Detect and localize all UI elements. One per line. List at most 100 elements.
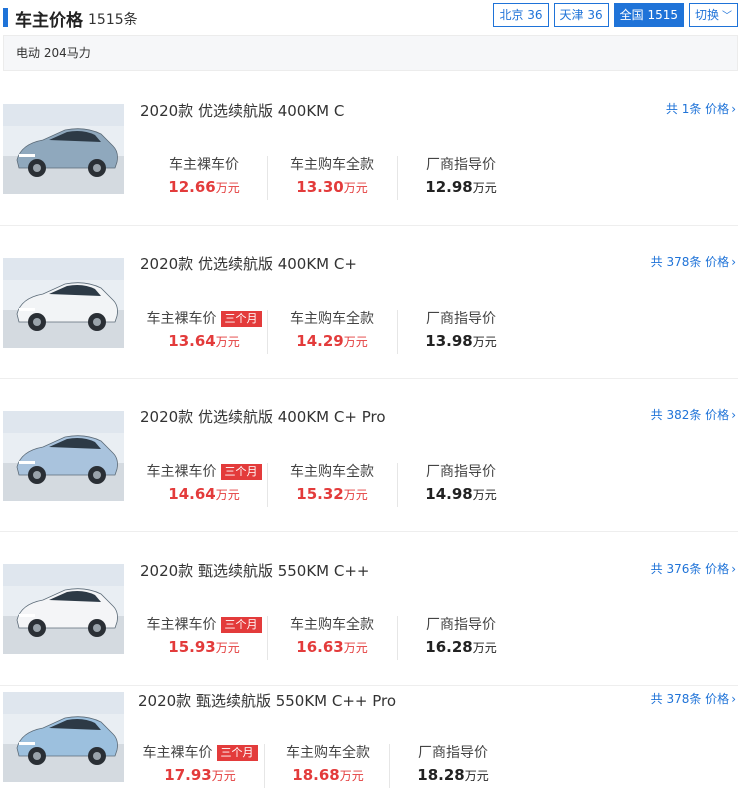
more-prices-label: 共 378条 价格 <box>650 692 730 706</box>
owner-total-block: 车主购车全款 16.63万元 <box>268 614 396 656</box>
owner-total-block: 车主购车全款 14.29万元 <box>268 308 396 350</box>
owner-price-value: 15.93万元 <box>140 638 268 656</box>
owner-price-label: 车主裸车价 三个月 <box>140 614 268 634</box>
period-badge: 三个月 <box>220 617 262 633</box>
unit-label: 万元 <box>472 335 497 349</box>
more-prices-link[interactable]: 共 378条 价格 › <box>651 690 736 707</box>
listing-count: 1515条 <box>88 12 138 28</box>
owner-price-block: 车主裸车价 三个月 17.93万元 <box>136 742 264 784</box>
owner-price-value: 12.66万元 <box>140 178 268 196</box>
more-prices-link[interactable]: 共 1条 价格 › <box>666 100 736 117</box>
unit-label: 万元 <box>343 181 368 195</box>
model-name[interactable]: 2020款 甄选续航版 550KM C++ Pro <box>138 690 396 711</box>
owner-total-label: 车主购车全款 <box>290 617 374 633</box>
guide-price-number: 14.98 <box>425 485 473 503</box>
owner-price-block: 车主裸车价 三个月 15.93万元 <box>140 614 268 656</box>
region-button-beijing[interactable]: 北京 36 <box>493 3 549 27</box>
owner-price-value: 14.64万元 <box>140 485 268 503</box>
owner-price-block: 车主裸车价 三个月 13.64万元 <box>140 308 268 350</box>
more-prices-link[interactable]: 共 378条 价格 › <box>651 253 736 270</box>
guide-price-number: 12.98 <box>425 178 473 196</box>
owner-price-block: 车主裸车价 12.66万元 <box>140 154 268 196</box>
listing-item: 2020款 甄选续航版 550KM C++ 共 376条 价格 › 车主裸车价 三个… <box>0 532 744 686</box>
chevron-down-icon: ﹀ <box>722 11 732 22</box>
owner-total-value: 15.32万元 <box>268 485 396 503</box>
owner-price-value: 13.64万元 <box>140 332 268 350</box>
guide-price-label: 厂商指导价 <box>426 311 496 327</box>
owner-price-number: 14.64 <box>168 485 216 503</box>
owner-total-value: 16.63万元 <box>268 638 396 656</box>
chevron-right-icon: › <box>731 692 736 706</box>
model-name[interactable]: 2020款 甄选续航版 550KM C++ <box>140 560 370 581</box>
unit-label: 万元 <box>472 641 497 655</box>
chevron-right-icon: › <box>731 102 736 116</box>
guide-price-value: 18.28万元 <box>389 766 517 784</box>
owner-price-label-text: 车主裸车价 <box>142 745 213 761</box>
car-thumbnail[interactable] <box>3 411 124 501</box>
region-button-national[interactable]: 全国 1515 <box>613 3 684 27</box>
owner-total-number: 14.29 <box>296 332 344 350</box>
guide-price-value: 14.98万元 <box>397 485 525 503</box>
chevron-right-icon: › <box>731 408 736 422</box>
period-badge: 三个月 <box>216 745 258 761</box>
guide-price-number: 16.28 <box>425 638 473 656</box>
model-name[interactable]: 2020款 优选续航版 400KM C <box>140 100 344 121</box>
owner-price-number: 15.93 <box>168 638 216 656</box>
more-prices-label: 共 376条 价格 <box>650 562 730 576</box>
owner-price-label: 车主裸车价 <box>140 154 268 174</box>
owner-total-value: 14.29万元 <box>268 332 396 350</box>
listing-item: 2020款 优选续航版 400KM C+ Pro 共 382条 价格 › 车主裸车… <box>0 379 744 532</box>
listing-item: 2020款 优选续航版 400KM C+ 共 378条 价格 › 车主裸车价 三个月… <box>0 226 744 379</box>
more-prices-link[interactable]: 共 382条 价格 › <box>651 406 736 423</box>
switch-region-button[interactable]: 切换 ﹀ <box>688 3 738 27</box>
owner-price-number: 17.93 <box>164 766 212 784</box>
model-name[interactable]: 2020款 优选续航版 400KM C+ <box>140 253 357 274</box>
unit-label: 万元 <box>215 641 240 655</box>
filter-bar: 电动 204马力 <box>3 35 738 71</box>
more-prices-link[interactable]: 共 376条 价格 › <box>651 560 736 577</box>
owner-total-label: 车主购车全款 <box>290 157 374 173</box>
unit-label: 万元 <box>215 181 240 195</box>
owner-total-block: 车主购车全款 13.30万元 <box>268 154 396 196</box>
page-title: 车主价格 <box>15 11 83 31</box>
owner-price-label: 车主裸车价 三个月 <box>140 461 268 481</box>
owner-total-value: 13.30万元 <box>268 178 396 196</box>
switch-label: 切换 <box>694 8 719 22</box>
guide-price-label: 厂商指导价 <box>418 745 488 761</box>
car-thumbnail[interactable] <box>3 692 124 782</box>
period-badge: 三个月 <box>220 464 262 480</box>
owner-total-label: 车主购车全款 <box>290 464 374 480</box>
owner-price-label-text: 车主裸车价 <box>169 157 239 173</box>
owner-total-value: 18.68万元 <box>264 766 392 784</box>
unit-label: 万元 <box>343 335 368 349</box>
owner-total-number: 13.30 <box>296 178 344 196</box>
owner-price-value: 17.93万元 <box>136 766 264 784</box>
model-name[interactable]: 2020款 优选续航版 400KM C+ Pro <box>140 406 386 427</box>
unit-label: 万元 <box>472 181 497 195</box>
owner-price-number: 12.66 <box>168 178 216 196</box>
guide-price-block: 厂商指导价 18.28万元 <box>389 742 517 784</box>
owner-price-label: 车主裸车价 三个月 <box>140 308 268 328</box>
region-button-tianjin[interactable]: 天津 36 <box>553 3 609 27</box>
car-thumbnail[interactable] <box>3 104 124 194</box>
owner-total-number: 16.63 <box>296 638 344 656</box>
unit-label: 万元 <box>343 641 368 655</box>
unit-label: 万元 <box>339 769 364 783</box>
car-thumbnail[interactable] <box>3 564 124 654</box>
car-thumbnail[interactable] <box>3 258 124 348</box>
unit-label: 万元 <box>215 335 240 349</box>
more-prices-label: 共 382条 价格 <box>650 408 730 422</box>
unit-label: 万元 <box>343 488 368 502</box>
more-prices-label: 共 1条 价格 <box>665 102 730 116</box>
owner-price-label-text: 车主裸车价 <box>146 464 217 480</box>
unit-label: 万元 <box>464 769 489 783</box>
guide-price-block: 厂商指导价 16.28万元 <box>397 614 525 656</box>
guide-price-label: 厂商指导价 <box>426 157 496 173</box>
guide-price-number: 13.98 <box>425 332 473 350</box>
guide-price-value: 12.98万元 <box>397 178 525 196</box>
listing-item: 2020款 优选续航版 400KM C 共 1条 价格 › 车主裸车价 12.66… <box>0 72 744 226</box>
owner-price-number: 13.64 <box>168 332 216 350</box>
title-accent-bar <box>3 8 8 27</box>
owner-total-block: 车主购车全款 15.32万元 <box>268 461 396 503</box>
unit-label: 万元 <box>472 488 497 502</box>
